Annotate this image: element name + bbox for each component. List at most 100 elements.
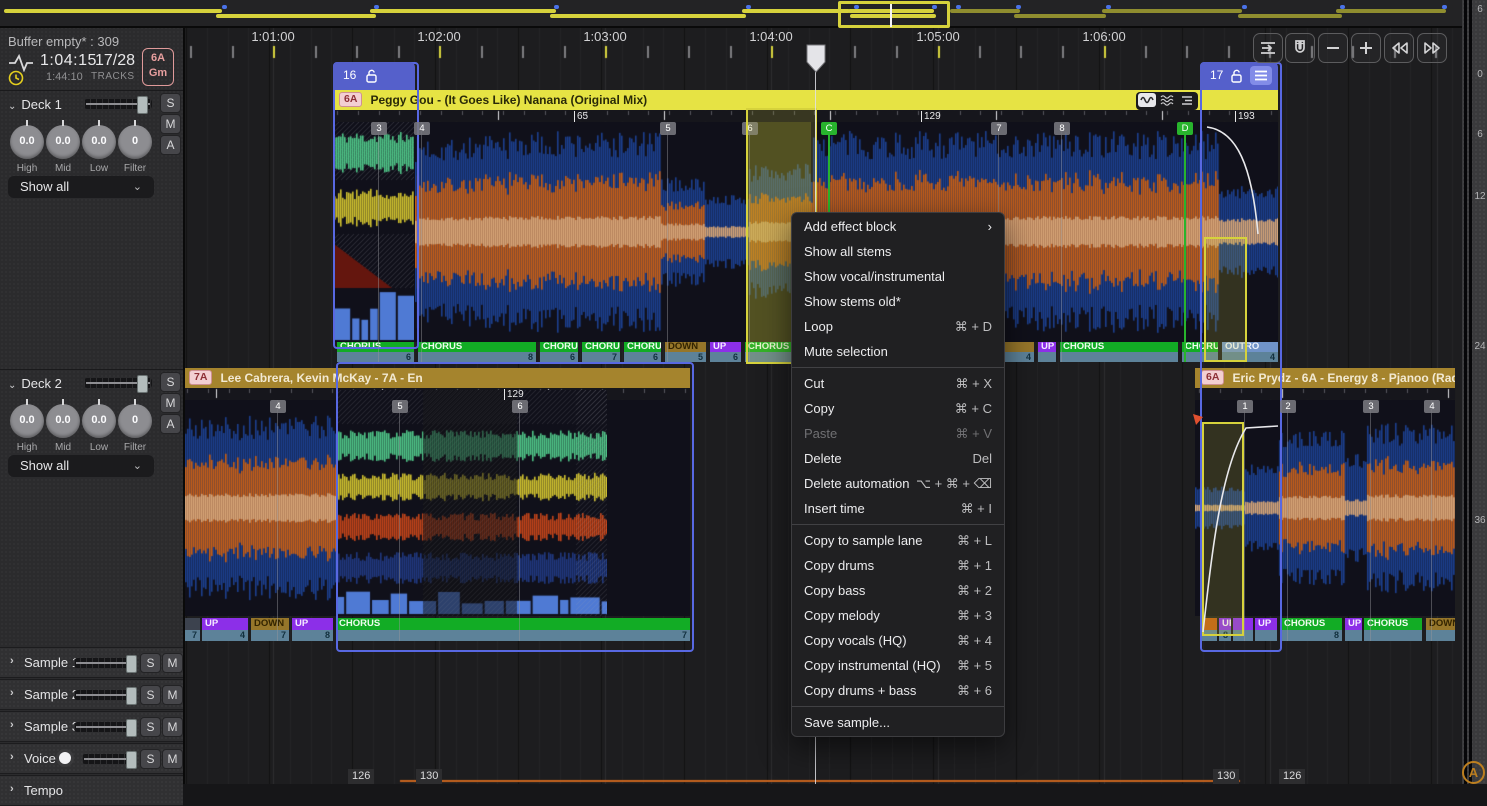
clip-titlebar[interactable]: 6AEric Prydz - 6A - Energy 8 - Pjanoo (R… <box>1195 368 1455 388</box>
lane-mute-button[interactable]: M <box>162 653 183 673</box>
playhead-marker[interactable] <box>806 44 826 74</box>
deck-mute-button[interactable]: M <box>160 114 181 134</box>
waveform-track3[interactable] <box>1195 400 1455 616</box>
phrase-marker-flag[interactable]: 4 <box>1424 400 1440 413</box>
section-segment-chorus[interactable]: CHORUS <box>1182 342 1218 352</box>
section-segment-chorus[interactable]: CHORUS <box>336 618 690 630</box>
deck-solo-button[interactable]: S <box>160 93 181 113</box>
lane-solo-button[interactable]: S <box>140 717 161 737</box>
chevron-right-icon[interactable]: › <box>10 655 14 667</box>
lane-row-sample-3[interactable]: ›Sample 3SM <box>0 711 183 742</box>
section-segment-chorus[interactable]: CHORUS <box>624 342 661 352</box>
menu-item-copy-drums-bass[interactable]: Copy drums + bass⌘ + 6 <box>792 678 1004 703</box>
skip-forward-button[interactable] <box>1417 33 1447 63</box>
section-segment-up[interactable]: UP <box>202 618 248 630</box>
menu-item-add-effect-block[interactable]: Add effect block› <box>792 214 1004 239</box>
section-segment-outro[interactable]: OUTRO <box>1222 342 1278 352</box>
chevron-right-icon[interactable]: › <box>10 687 14 699</box>
knob-mid[interactable]: 0.0 <box>46 125 80 159</box>
slider-handle[interactable] <box>126 719 137 737</box>
knob-filter[interactable]: 0 <box>118 404 152 438</box>
menu-item-copy-instrumental-hq[interactable]: Copy instrumental (HQ)⌘ + 5 <box>792 653 1004 678</box>
lane-mute-button[interactable]: M <box>162 749 183 769</box>
overview-track-segment[interactable] <box>1102 9 1242 13</box>
menu-item-delete[interactable]: DeleteDel <box>792 446 1004 471</box>
section-segment-chorus[interactable]: CHORUS <box>540 342 578 352</box>
menu-item-loop[interactable]: Loop⌘ + D <box>792 314 1004 339</box>
section-segment-up[interactable]: UP <box>1219 618 1231 630</box>
section-segment-chorus[interactable]: CHORUS <box>582 342 620 352</box>
overview-track-segment[interactable] <box>1014 14 1106 18</box>
knob-high[interactable]: 0.0 <box>10 404 44 438</box>
section-segment-up[interactable]: UP <box>1255 618 1277 630</box>
section-segment-chorus[interactable]: CHORUS <box>418 342 536 352</box>
lane-row-sample-2[interactable]: ›Sample 2SM <box>0 679 183 710</box>
deck-filter-dropdown[interactable]: Show all⌄ <box>8 176 154 198</box>
menu-item-show-stems-old[interactable]: Show stems old* <box>792 289 1004 314</box>
deck-auto-button[interactable]: A <box>160 135 181 155</box>
chevron-right-icon[interactable]: › <box>10 719 14 731</box>
snap-magnet-button[interactable] <box>1285 33 1315 63</box>
overview-track-segment[interactable] <box>216 14 376 18</box>
slider-handle[interactable] <box>137 96 148 114</box>
menu-item-copy-vocals-hq[interactable]: Copy vocals (HQ)⌘ + 4 <box>792 628 1004 653</box>
phrase-marker-flag[interactable]: 6 <box>742 122 758 135</box>
stems-view-button[interactable] <box>1158 93 1176 107</box>
clip-menu-button[interactable] <box>1250 66 1272 85</box>
phrase-marker-flag[interactable]: 4 <box>414 122 430 135</box>
menu-item-show-vocal-instrumental[interactable]: Show vocal/instrumental <box>792 264 1004 289</box>
lane-mute-button[interactable]: M <box>162 717 183 737</box>
overview-track-segment[interactable] <box>550 14 746 18</box>
lane-solo-button[interactable]: S <box>140 749 161 769</box>
overview-track-segment[interactable] <box>950 9 1020 13</box>
autoscroll-button[interactable] <box>1253 33 1283 63</box>
list-view-button[interactable] <box>1178 93 1196 107</box>
section-segment-down[interactable]: DOWN <box>665 342 706 352</box>
knob-mid[interactable]: 0.0 <box>46 404 80 438</box>
deck-mute-button[interactable]: M <box>160 393 181 413</box>
phrase-marker-flag[interactable]: 5 <box>392 400 408 413</box>
phrase-marker-flag[interactable]: 2 <box>1280 400 1296 413</box>
deck-filter-dropdown[interactable]: Show all⌄ <box>8 455 154 477</box>
lane-row-voice[interactable]: ›VoiceSM <box>0 743 183 774</box>
menu-item-save-sample[interactable]: Save sample... <box>792 710 1004 735</box>
slider-handle[interactable] <box>126 687 137 705</box>
menu-item-copy-melody[interactable]: Copy melody⌘ + 3 <box>792 603 1004 628</box>
knob-low[interactable]: 0.0 <box>82 125 116 159</box>
timeline-overview[interactable] <box>0 0 1462 28</box>
overview-track-segment[interactable] <box>1336 9 1446 13</box>
menu-item-show-all-stems[interactable]: Show all stems <box>792 239 1004 264</box>
section-segment-up[interactable]: UP <box>1038 342 1056 352</box>
overview-track-segment[interactable] <box>370 9 556 13</box>
menu-item-copy-to-sample-lane[interactable]: Copy to sample lane⌘ + L <box>792 528 1004 553</box>
menu-item-copy[interactable]: Copy⌘ + C <box>792 396 1004 421</box>
section-segment-up[interactable] <box>1233 618 1253 630</box>
chevron-right-icon[interactable]: › <box>10 751 14 763</box>
phrase-marker-flag[interactable]: 1 <box>1237 400 1253 413</box>
section-segment-plain[interactable] <box>183 618 200 630</box>
clip-17-header[interactable]: 17 <box>1200 62 1278 90</box>
phrase-marker-flag[interactable]: 7 <box>991 122 1007 135</box>
section-segment-orange[interactable] <box>1201 618 1217 630</box>
knob-high[interactable]: 0.0 <box>10 125 44 159</box>
cue-marker-flag[interactable]: C <box>821 122 837 135</box>
lane-solo-button[interactable]: S <box>140 685 161 705</box>
stems-track1[interactable] <box>334 122 414 342</box>
section-segment-chorus[interactable]: CHORUS <box>1364 618 1422 630</box>
menu-item-insert-time[interactable]: Insert time⌘ + I <box>792 496 1004 521</box>
menu-item-paste[interactable]: Paste⌘ + V <box>792 421 1004 446</box>
knob-low[interactable]: 0.0 <box>82 404 116 438</box>
phrase-marker-flag[interactable]: 3 <box>1363 400 1379 413</box>
menu-item-cut[interactable]: Cut⌘ + X <box>792 371 1004 396</box>
section-segment-chorus[interactable]: CHORUS <box>337 342 414 352</box>
slider-handle[interactable] <box>126 655 137 673</box>
section-segment-up[interactable]: UP <box>292 618 333 630</box>
deck-auto-button[interactable]: A <box>160 414 181 434</box>
master-key-badge[interactable]: 6A Gm <box>142 48 174 86</box>
phrase-marker-flag[interactable]: 8 <box>1054 122 1070 135</box>
menu-item-mute-selection[interactable]: Mute selection <box>792 339 1004 364</box>
overview-viewport[interactable] <box>838 1 950 28</box>
deck-solo-button[interactable]: S <box>160 372 181 392</box>
lane-volume-slider[interactable] <box>74 722 136 732</box>
clip-16-header[interactable]: 16 <box>333 62 415 90</box>
